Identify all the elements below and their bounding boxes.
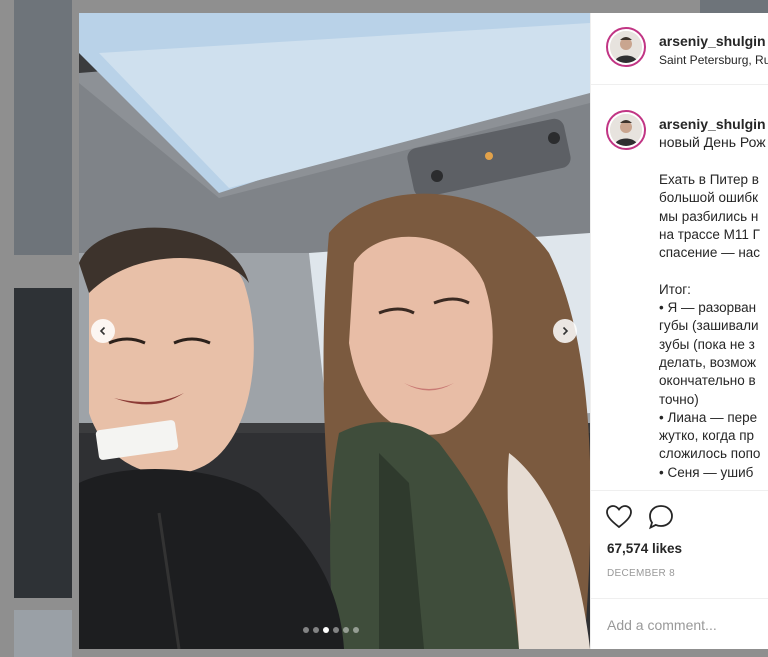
post-photo[interactable]	[79, 13, 590, 649]
caption-line: мы разбились н	[659, 208, 759, 224]
avatar[interactable]	[606, 110, 646, 150]
caption-text: Ехать в Питер в большой ошибк мы разбились…	[659, 171, 760, 482]
feed-thumbnail[interactable]	[14, 288, 72, 598]
caption-line: губы (зашивали	[659, 318, 759, 334]
location-link[interactable]: Saint Petersburg, Ru	[659, 53, 768, 67]
post-sidebar: arseniy_shulgin Saint Petersburg, Ru ars…	[590, 13, 768, 649]
post-image	[79, 13, 590, 649]
carousel-dot	[323, 627, 329, 633]
chevron-left-icon	[99, 326, 106, 336]
carousel-dot	[353, 627, 359, 633]
next-slide-button[interactable]	[553, 319, 577, 343]
caption-line: большой ошибк	[659, 190, 759, 206]
comment-form	[591, 598, 768, 649]
caption-line: Ехать в Питер в	[659, 172, 759, 187]
caption-line: окончательно в	[659, 373, 756, 389]
feed-thumbnail[interactable]	[14, 0, 72, 255]
caption-line: точно)	[659, 391, 699, 407]
caption-line: • Сеня — ушиб	[659, 464, 754, 480]
profile-picture	[610, 114, 642, 146]
post-modal: arseniy_shulgin Saint Petersburg, Ru ars…	[79, 13, 768, 649]
carousel-dot	[343, 627, 349, 633]
carousel-indicator	[303, 627, 359, 633]
post-date[interactable]: DECEMBER 8	[607, 568, 675, 579]
caption-line: на трассе М11 Г	[659, 226, 760, 242]
carousel-dot	[333, 627, 339, 633]
caption-section: arseniy_shulgin новый День Рож Ехать в П…	[591, 86, 768, 486]
previous-slide-button[interactable]	[91, 319, 115, 343]
carousel-dot	[303, 627, 309, 633]
comment-input[interactable]	[607, 615, 757, 635]
profile-picture	[610, 31, 642, 63]
caption-line: спасение — нас	[659, 245, 761, 261]
post-header: arseniy_shulgin Saint Petersburg, Ru	[591, 13, 768, 85]
caption-line: зубы (пока не з	[659, 336, 755, 352]
caption-username-link[interactable]: arseniy_shulgin	[659, 116, 766, 132]
caption-line: • Я — разорван	[659, 300, 757, 316]
caption-line: жутко, когда пр	[659, 428, 755, 444]
feed-thumbnail[interactable]	[700, 0, 768, 13]
caption-line: сложилось попо	[659, 446, 761, 462]
comment-bubble-icon[interactable]	[647, 503, 675, 531]
avatar[interactable]	[606, 27, 646, 67]
chevron-right-icon	[562, 326, 569, 336]
carousel-dot	[313, 627, 319, 633]
heart-icon[interactable]	[605, 503, 633, 531]
caption-line: Итог:	[659, 281, 691, 297]
caption-line	[659, 262, 760, 280]
caption-line: делать, возмож	[659, 354, 756, 370]
post-actions: 67,574 likes DECEMBER 8	[591, 490, 768, 649]
username-link[interactable]: arseniy_shulgin	[659, 33, 766, 49]
likes-count[interactable]: 67,574 likes	[607, 541, 682, 556]
caption-line: • Лиана — пере	[659, 409, 758, 425]
feed-thumbnail[interactable]	[14, 610, 72, 657]
caption-first-line: новый День Рож	[659, 134, 766, 150]
